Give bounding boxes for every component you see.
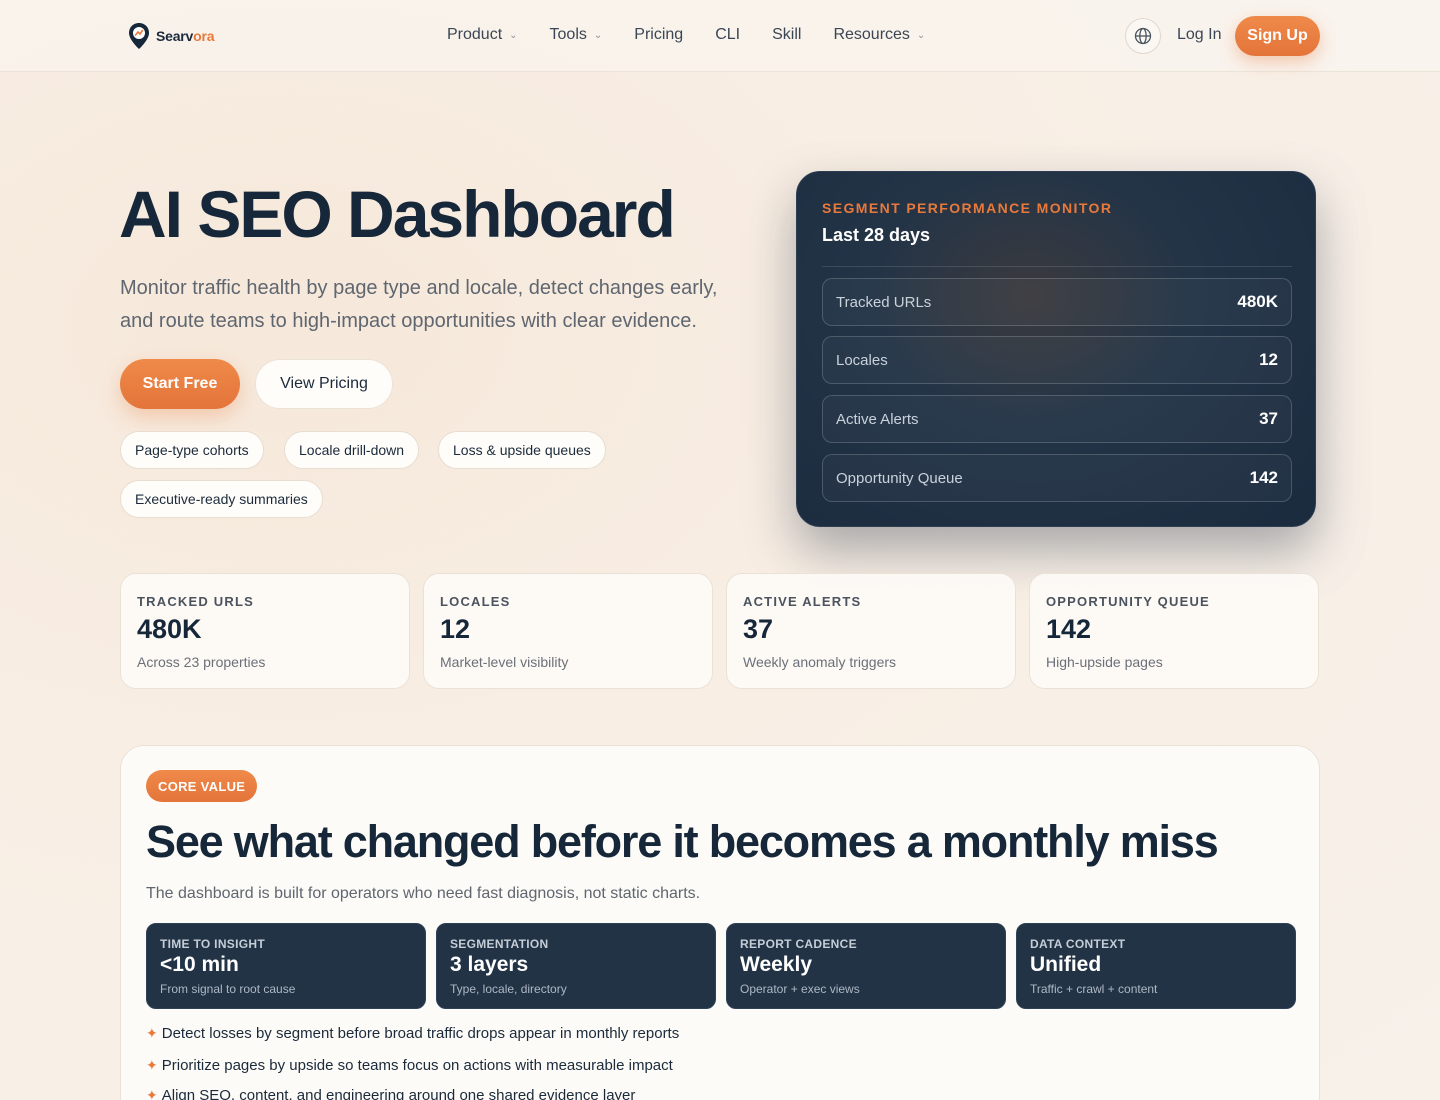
value-bullet-text: Detect losses by segment before broad tr…	[161, 1025, 680, 1042]
metric-key: REPORT CADENCE	[740, 937, 857, 951]
nav-item-tools[interactable]: Tools ⌄	[550, 26, 603, 44]
view-pricing-button[interactable]: View Pricing	[255, 359, 393, 409]
nav-links: Product ⌄ Tools ⌄ Pricing CLI Skill Resour…	[447, 26, 957, 44]
monitor-title: Last 28 days	[822, 225, 931, 245]
stat-value: 480K	[137, 614, 202, 644]
brand-name: Searvora	[156, 28, 215, 44]
nav-item-label: Tools	[549, 26, 587, 43]
monitor-divider	[822, 266, 1292, 267]
feature-chip: Executive-ready summaries	[120, 480, 323, 518]
sparkle-icon: ✦	[146, 1025, 158, 1041]
value-bullet-text: Align SEO, content, and engineering arou…	[161, 1087, 636, 1100]
monitor-row-tracked-urls: Tracked URLs 480K	[822, 278, 1292, 326]
metric-value: Weekly	[740, 953, 812, 976]
feature-chip: Locale drill-down	[284, 431, 420, 469]
value-bullet-text: Prioritize pages by upside so teams focu…	[161, 1057, 673, 1074]
stat-desc: High-upside pages	[1046, 654, 1163, 670]
stat-desc: Across 23 properties	[137, 654, 266, 670]
brand-name-part-1: Searv	[156, 28, 194, 44]
core-value-section: CORE VALUE See what changed before it be…	[120, 745, 1320, 1100]
monitor-row-value: 37	[1259, 409, 1278, 428]
logo-pin-icon	[129, 23, 149, 49]
value-bullet: ✦ Prioritize pages by upside so teams fo…	[146, 1057, 673, 1074]
stat-key: LOCALES	[440, 594, 511, 609]
hero-title: AI SEO Dashboard	[119, 177, 676, 251]
nav-item-label: Resources	[833, 26, 910, 43]
metric-value: Unified	[1030, 953, 1102, 976]
metric-key: SEGMENTATION	[450, 937, 549, 951]
metric-card-report-cadence: REPORT CADENCE Weekly Operator + exec vi…	[726, 923, 1006, 1009]
core-subtitle: The dashboard is built for operators who…	[146, 885, 701, 902]
stat-desc: Weekly anomaly triggers	[743, 654, 897, 670]
nav-item-label: Pricing	[634, 26, 684, 43]
hero-subtitle: Monitor traffic health by page type and …	[120, 277, 718, 332]
monitor-row-opportunity-queue: Opportunity Queue 142	[822, 454, 1292, 502]
stat-key: TRACKED URLS	[137, 594, 254, 609]
stat-key: ACTIVE ALERTS	[743, 594, 862, 609]
core-title: See what changed before it becomes a mon…	[146, 816, 1219, 867]
metric-desc: From signal to root cause	[160, 982, 296, 996]
sparkle-icon: ✦	[146, 1087, 158, 1100]
core-value-badge: CORE VALUE	[146, 770, 258, 802]
value-bullet: ✦ Detect losses by segment before broad …	[146, 1025, 679, 1042]
nav-item-label: CLI	[715, 26, 741, 43]
stat-key: OPPORTUNITY QUEUE	[1046, 594, 1210, 609]
nav-item-label: Skill	[772, 26, 802, 43]
stat-card-tracked-urls: TRACKED URLS 480K Across 23 properties	[120, 573, 410, 689]
stat-card-locales: LOCALES 12 Market-level visibility	[423, 573, 713, 689]
language-button[interactable]	[1125, 18, 1161, 54]
nav-item-product[interactable]: Product ⌄	[447, 26, 518, 44]
metric-value: <10 min	[160, 953, 239, 976]
monitor-row-label: Opportunity Queue	[836, 469, 963, 487]
stat-card-opportunity-queue: OPPORTUNITY QUEUE 142 High-upside pages	[1029, 573, 1319, 689]
metric-card-segmentation: SEGMENTATION 3 layers Type, locale, dire…	[436, 923, 716, 1009]
metric-card-time-to-insight: TIME TO INSIGHT <10 min From signal to r…	[146, 923, 426, 1009]
metric-desc: Type, locale, directory	[450, 982, 567, 996]
metric-key: TIME TO INSIGHT	[160, 937, 265, 951]
monitor-row-value: 12	[1259, 350, 1278, 369]
monitor-row-locales: Locales 12	[822, 336, 1292, 384]
metric-key: DATA CONTEXT	[1030, 937, 1126, 951]
feature-chip: Page-type cohorts	[120, 431, 264, 469]
top-nav: Searvora Product ⌄ Tools ⌄ Pricing CLI Ski…	[0, 0, 1440, 72]
value-bullet: ✦ Align SEO, content, and engineering ar…	[146, 1087, 635, 1100]
segment-monitor-card: SEGMENT PERFORMANCE MONITOR Last 28 days…	[796, 171, 1316, 527]
stat-value: 142	[1046, 614, 1092, 644]
stat-value: 12	[440, 614, 471, 644]
monitor-row-active-alerts: Active Alerts 37	[822, 395, 1292, 443]
signup-button[interactable]: Sign Up	[1235, 16, 1320, 56]
brand-name-part-2: ora	[193, 28, 215, 44]
feature-chip: Loss & upside queues	[438, 431, 606, 469]
chevron-down-icon: ⌄	[593, 29, 603, 41]
monitor-row-value: 480K	[1237, 292, 1278, 311]
monitor-row-value: 142	[1249, 468, 1278, 487]
start-free-button[interactable]: Start Free	[120, 359, 240, 409]
nav-item-cli[interactable]: CLI	[715, 26, 740, 44]
metric-desc: Traffic + crawl + content	[1030, 982, 1158, 996]
monitor-row-label: Locales	[836, 351, 888, 369]
nav-item-resources[interactable]: Resources ⌄	[833, 26, 925, 44]
monitor-kicker: SEGMENT PERFORMANCE MONITOR	[822, 200, 1113, 216]
nav-item-pricing[interactable]: Pricing	[634, 26, 683, 44]
nav-item-skill[interactable]: Skill	[772, 26, 801, 44]
nav-item-label: Product	[447, 26, 503, 43]
chevron-down-icon: ⌄	[916, 29, 926, 41]
stat-value: 37	[743, 614, 774, 644]
metric-card-data-context: DATA CONTEXT Unified Traffic + crawl + c…	[1016, 923, 1296, 1009]
globe-icon	[1134, 27, 1152, 45]
brand-logo[interactable]: Searvora	[128, 22, 215, 50]
monitor-row-label: Active Alerts	[836, 410, 919, 428]
chevron-down-icon: ⌄	[509, 29, 518, 41]
metric-desc: Operator + exec views	[740, 982, 860, 996]
login-link[interactable]: Log In	[1177, 26, 1221, 44]
metric-value: 3 layers	[450, 953, 529, 976]
stat-desc: Market-level visibility	[440, 654, 569, 670]
stat-card-active-alerts: ACTIVE ALERTS 37 Weekly anomaly triggers	[726, 573, 1016, 689]
monitor-row-label: Tracked URLs	[836, 293, 932, 311]
sparkle-icon: ✦	[146, 1057, 158, 1073]
